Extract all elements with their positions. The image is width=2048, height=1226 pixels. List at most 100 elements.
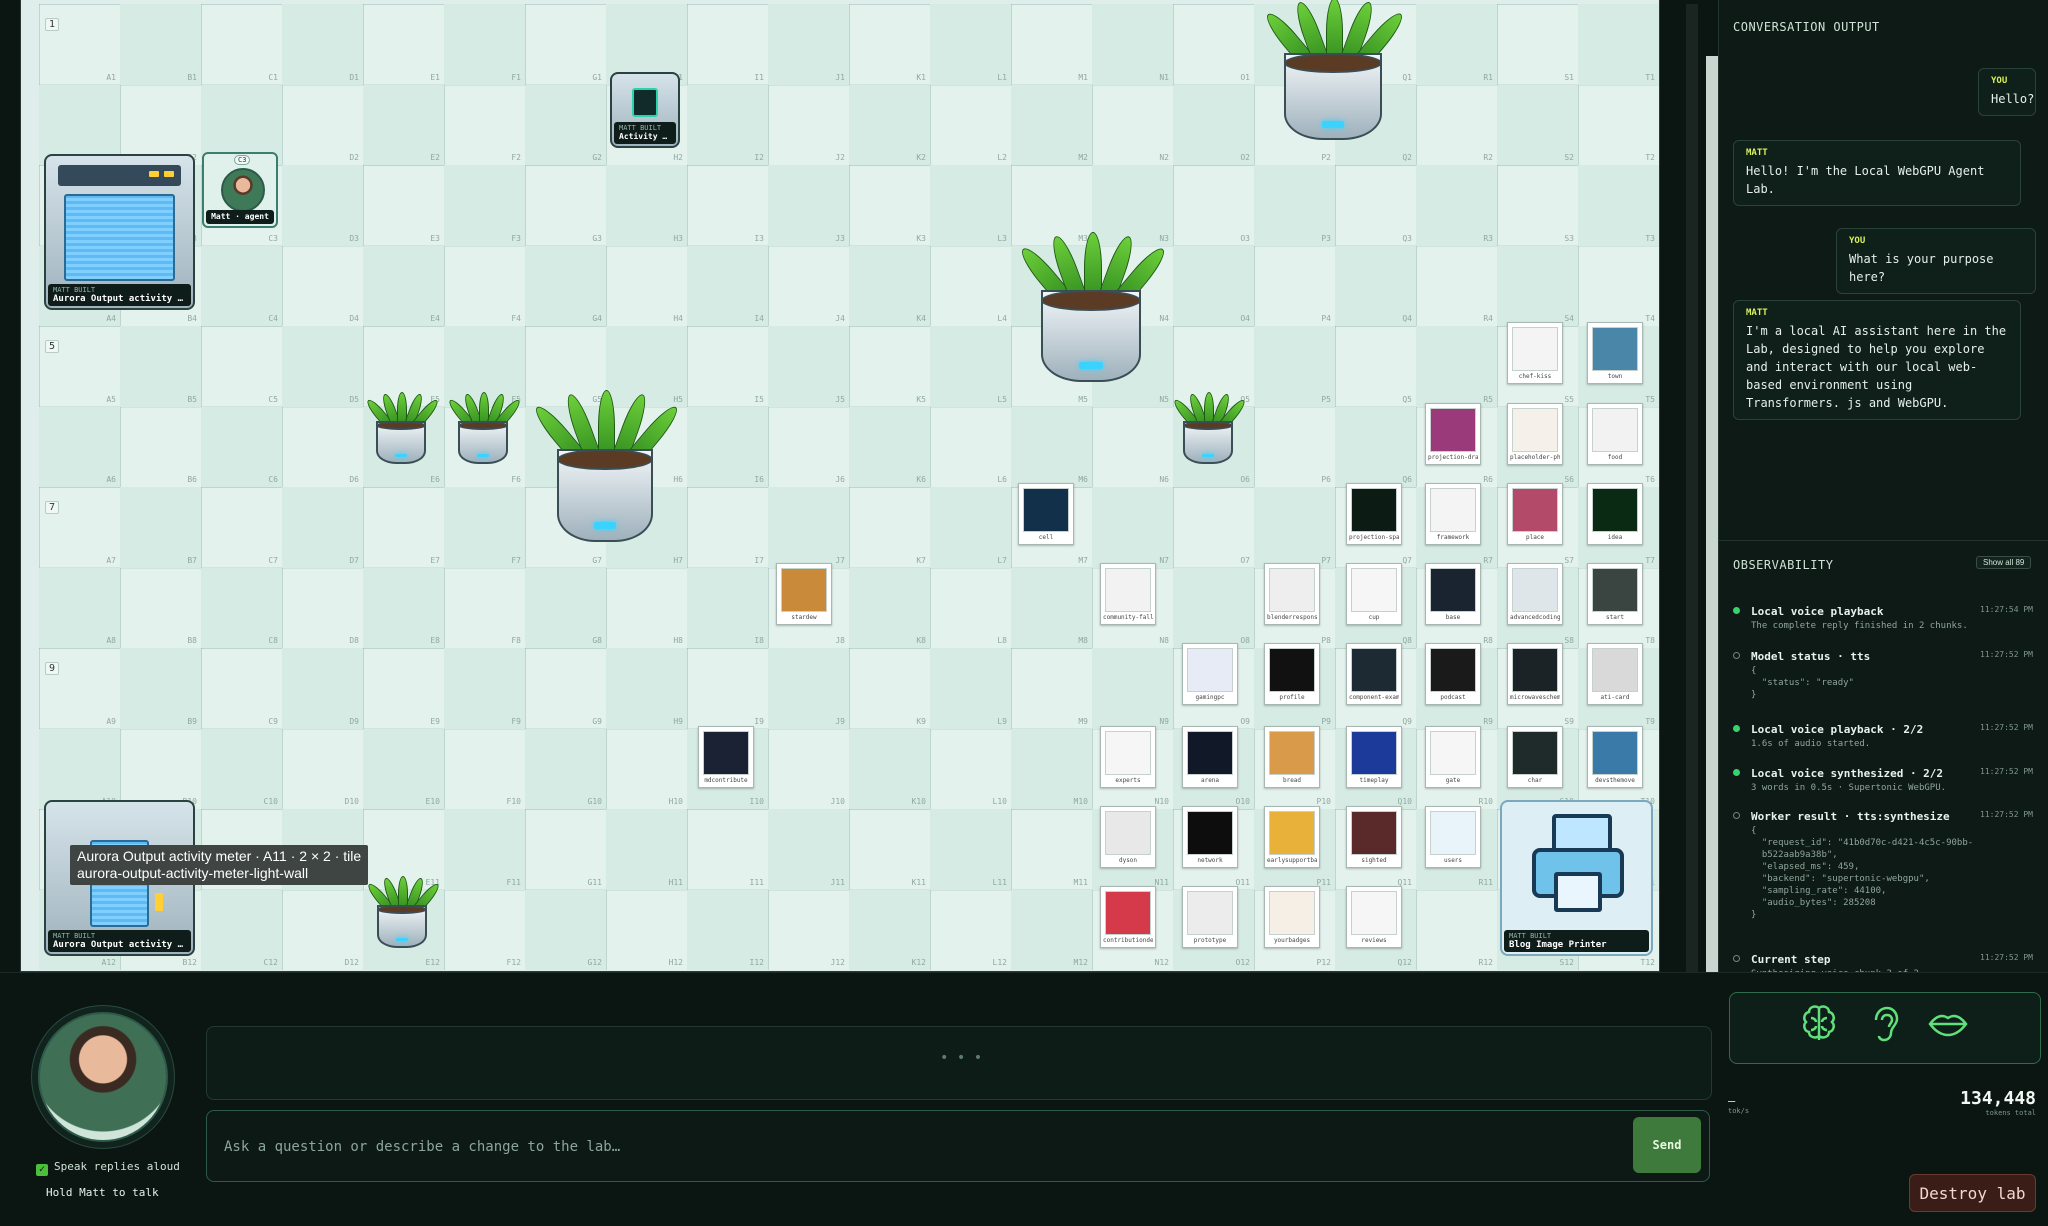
grid-cell[interactable]: D4	[282, 246, 363, 327]
grid-cell[interactable]: E9	[363, 648, 444, 729]
grid-cell[interactable]: T3	[1578, 165, 1659, 246]
grid-cell[interactable]: B5	[120, 326, 201, 407]
grid-cell[interactable]: A9	[39, 648, 120, 729]
grid-cell[interactable]: R3	[1416, 165, 1497, 246]
grid-cell[interactable]: F1	[444, 4, 525, 85]
photo-polaroid[interactable]: microwaveschema	[1507, 643, 1563, 705]
photo-polaroid[interactable]: chef-kiss	[1507, 322, 1563, 384]
grid-cell[interactable]: K2	[849, 84, 930, 165]
photo-polaroid[interactable]: char	[1507, 726, 1563, 788]
grid-cell[interactable]: J11	[768, 809, 849, 890]
photo-polaroid[interactable]: advancedcoding	[1507, 563, 1563, 625]
grid-cell[interactable]: A1	[39, 4, 120, 85]
grid-cell[interactable]: F2	[444, 85, 525, 166]
lips-icon[interactable]	[1926, 1002, 1970, 1046]
grid-cell[interactable]: F7	[444, 487, 525, 568]
grid-cell[interactable]: M8	[1011, 567, 1092, 648]
grid-cell[interactable]: L7	[930, 487, 1011, 568]
photo-polaroid[interactable]: users	[1425, 806, 1481, 868]
grid-cell[interactable]: H11	[606, 809, 687, 890]
observability-event[interactable]: Current step11:27:52 PMSynthesizing voic…	[1733, 953, 2033, 973]
grid-cell[interactable]: C5	[201, 326, 282, 407]
grid-cell[interactable]: J9	[768, 648, 849, 729]
grid-cell[interactable]: I11	[687, 809, 768, 890]
grid-cell[interactable]: A7	[39, 487, 120, 568]
ear-icon[interactable]	[1862, 1002, 1906, 1046]
grid-cell[interactable]: L9	[930, 648, 1011, 729]
grid-cell[interactable]: K1	[849, 4, 930, 85]
checkbox-checked-icon[interactable]: ✓	[36, 1164, 48, 1176]
grid-cell[interactable]: H8	[606, 568, 687, 649]
photo-polaroid[interactable]: prototype	[1182, 886, 1238, 948]
photo-polaroid[interactable]: profile	[1264, 643, 1320, 705]
grid-cell[interactable]: E8	[363, 567, 444, 648]
potted-plant[interactable]	[1261, 0, 1409, 140]
grid-cell[interactable]: B9	[120, 648, 201, 729]
photo-polaroid[interactable]: framework	[1425, 483, 1481, 545]
grid-cell[interactable]: R1	[1416, 4, 1497, 85]
destroy-lab-button[interactable]: Destroy lab	[1909, 1174, 2036, 1212]
grid-cell[interactable]: O3	[1173, 165, 1254, 246]
grid-cell[interactable]: L5	[930, 326, 1011, 407]
grid-cell[interactable]: P3	[1254, 165, 1335, 246]
grid-cell[interactable]: K8	[849, 567, 930, 648]
grid-cell[interactable]: D7	[282, 487, 363, 568]
grid-cell[interactable]: D3	[282, 165, 363, 246]
grid-cell[interactable]: B2	[120, 85, 201, 166]
photo-polaroid[interactable]: network	[1182, 806, 1238, 868]
photo-polaroid[interactable]: yourbadges	[1264, 886, 1320, 948]
grid-scrollbar-track[interactable]	[1686, 4, 1698, 972]
photo-polaroid[interactable]: gate	[1425, 726, 1481, 788]
grid-cell[interactable]: H10	[606, 729, 687, 810]
grid-cell[interactable]: M11	[1011, 809, 1092, 890]
grid-cell[interactable]: Q3	[1335, 165, 1416, 246]
grid-cell[interactable]: N7	[1092, 487, 1173, 568]
grid-cell[interactable]: Q5	[1335, 326, 1416, 407]
grid-cell[interactable]: I6	[687, 406, 768, 487]
grid-cell[interactable]: N2	[1092, 85, 1173, 166]
grid-cell[interactable]: S1	[1497, 4, 1578, 85]
grid-cell[interactable]: I5	[687, 326, 768, 407]
grid-cell[interactable]: G3	[525, 165, 606, 246]
potted-plant[interactable]	[364, 392, 441, 464]
grid-cell[interactable]: O4	[1173, 245, 1254, 326]
grid-cell[interactable]: C7	[201, 487, 282, 568]
photo-polaroid[interactable]: blenderresponse	[1264, 563, 1320, 625]
show-all-events-button[interactable]: Show all 89	[1976, 556, 2032, 569]
grid-cell[interactable]: K10	[849, 728, 930, 809]
photo-polaroid[interactable]: gamingpc	[1182, 643, 1238, 705]
photo-polaroid[interactable]: arena	[1182, 726, 1238, 788]
photo-polaroid[interactable]: dyson	[1100, 806, 1156, 868]
grid-cell[interactable]: E1	[363, 4, 444, 85]
photo-polaroid[interactable]: base	[1425, 563, 1481, 625]
photo-polaroid[interactable]: projection-space	[1346, 483, 1402, 545]
grid-cell[interactable]: C8	[201, 567, 282, 648]
grid-cell[interactable]: K12	[849, 889, 930, 970]
grid-cell[interactable]: D9	[282, 648, 363, 729]
photo-polaroid[interactable]: experts	[1100, 726, 1156, 788]
grid-cell[interactable]: T2	[1578, 85, 1659, 166]
photo-polaroid[interactable]: placeholder-photo	[1507, 403, 1563, 465]
lab-grid[interactable]: 1A1B1C1D1E1F1G1H1I1J1K1L1M1N1O1P1Q1R1S1T…	[39, 4, 1659, 970]
grid-cell[interactable]: A10	[39, 728, 120, 809]
photo-polaroid[interactable]: food	[1587, 403, 1643, 465]
grid-cell[interactable]: N6	[1092, 407, 1173, 488]
grid-cell[interactable]: D1	[282, 4, 363, 85]
grid-cell[interactable]: C12	[201, 889, 282, 970]
grid-cell[interactable]: C9	[201, 648, 282, 729]
brain-icon[interactable]	[1797, 1002, 1841, 1046]
grid-cell[interactable]: G2	[525, 84, 606, 165]
grid-cell[interactable]: T1	[1578, 4, 1659, 85]
grid-cell[interactable]: C4	[201, 245, 282, 326]
grid-cell[interactable]: S2	[1497, 84, 1578, 165]
grid-cell[interactable]: L3	[930, 165, 1011, 246]
photo-polaroid[interactable]: sighted	[1346, 806, 1402, 868]
grid-cell[interactable]: R2	[1416, 85, 1497, 166]
grid-cell[interactable]: K11	[849, 809, 930, 890]
grid-cell[interactable]: I9	[687, 648, 768, 729]
grid-cell[interactable]: K9	[849, 648, 930, 729]
grid-cell[interactable]: H12	[606, 890, 687, 971]
grid-cell[interactable]: L1	[930, 4, 1011, 85]
grid-cell[interactable]: F4	[444, 246, 525, 327]
grid-cell[interactable]: I7	[687, 487, 768, 568]
